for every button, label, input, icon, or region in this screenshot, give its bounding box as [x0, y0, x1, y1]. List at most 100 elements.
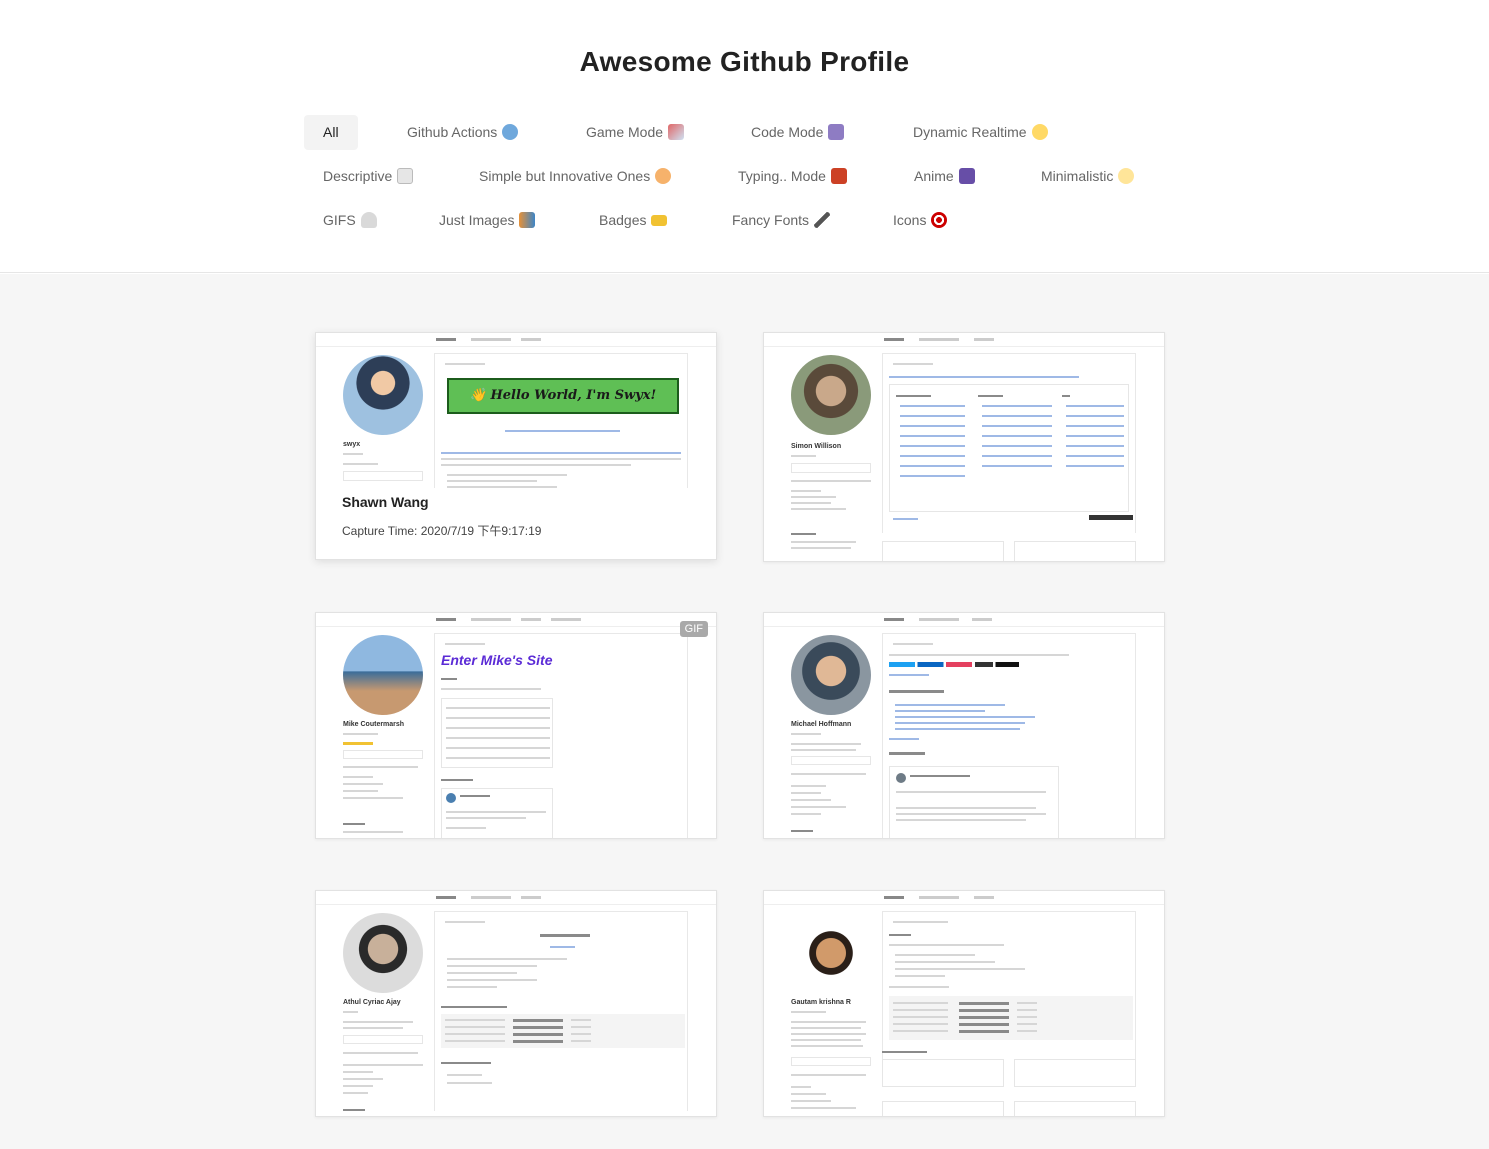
mini-text-line	[893, 1016, 948, 1018]
mini-follow-button	[791, 463, 871, 473]
filter-code-mode[interactable]: Code Mode	[732, 115, 863, 150]
mini-text-line	[343, 1085, 373, 1087]
mini-text-line	[1017, 1009, 1037, 1011]
mini-text-line	[791, 1011, 826, 1013]
slot-machine-icon	[830, 168, 847, 184]
filter-label: Descriptive	[323, 168, 393, 184]
mini-text-line	[893, 363, 933, 365]
filter-label: Icons	[893, 212, 927, 228]
mini-text-line	[896, 395, 931, 397]
filter-label: Minimalistic	[1041, 168, 1114, 184]
filter-all[interactable]: All	[304, 115, 358, 150]
filter-anime[interactable]: Anime	[895, 159, 994, 194]
mini-text-line	[343, 831, 403, 833]
mini-releases-table	[889, 384, 1129, 512]
mini-readme	[882, 633, 1136, 838]
mini-tab	[884, 618, 904, 621]
mini-text-line	[791, 547, 851, 549]
filter-icons[interactable]: Icons	[874, 203, 966, 238]
mini-text-line	[982, 425, 1052, 427]
mini-text-line	[343, 463, 378, 465]
mini-text-line	[900, 405, 965, 407]
mini-tabs	[764, 613, 1164, 627]
mini-text-line	[441, 678, 457, 680]
mini-text-line	[445, 1033, 505, 1035]
mini-text-line	[446, 717, 550, 719]
mini-username: Athul Cyriac Ajay	[343, 999, 401, 1006]
mini-tabs	[316, 333, 716, 347]
mini-text-line	[1017, 1023, 1037, 1025]
profile-card-mike-coutermarsh[interactable]: Mike Coutermarsh Enter Mike's Site GIF	[315, 612, 717, 839]
filter-fancy-fonts[interactable]: Fancy Fonts	[713, 203, 849, 238]
filter-label: Anime	[914, 168, 954, 184]
mini-text-line	[791, 1107, 856, 1109]
mini-text-line	[447, 972, 517, 974]
filter-gifs[interactable]: GIFS	[304, 203, 396, 238]
mini-text-line	[791, 1100, 831, 1102]
avatar	[343, 635, 423, 715]
filter-simple-innovative[interactable]: Simple but Innovative Ones	[460, 159, 690, 194]
mini-text-line	[900, 415, 965, 417]
mini-tab	[521, 618, 541, 621]
mini-text-line	[791, 799, 831, 801]
mini-text-line	[445, 1040, 505, 1042]
sparkles-icon	[1118, 168, 1135, 184]
mini-text-line	[889, 690, 944, 693]
mini-username: Simon Willison	[791, 443, 842, 450]
mini-tab	[471, 618, 511, 621]
mini-text-line	[446, 727, 550, 729]
profile-card-gautam-krishna[interactable]: Gautam krishna R	[763, 890, 1165, 1117]
mini-text-line	[893, 921, 948, 923]
filter-dynamic-realtime[interactable]: Dynamic Realtime	[894, 115, 1067, 150]
mini-text-line	[343, 797, 403, 799]
profile-card-michael-hoffmann[interactable]: Michael Hoffmann	[763, 612, 1165, 839]
mini-readme: Enter Mike's Site	[434, 633, 688, 838]
mini-text-line	[446, 827, 486, 829]
mini-text-line	[791, 792, 821, 794]
page-header: Awesome Github Profile All Github Action…	[0, 0, 1489, 273]
mini-tab	[436, 338, 456, 341]
avatar	[791, 913, 871, 993]
ghost-icon	[360, 212, 377, 228]
page-title: Awesome Github Profile	[579, 46, 910, 77]
profile-card-simon-willison[interactable]: Simon Willison	[763, 332, 1165, 562]
filter-label: Game Mode	[586, 124, 664, 140]
filter-label: Badges	[599, 212, 647, 228]
mini-text-line	[447, 474, 567, 476]
mini-code-block	[889, 996, 1133, 1040]
mini-text-line	[895, 716, 1035, 718]
mini-text-line	[791, 813, 821, 815]
filter-label: Github Actions	[407, 124, 498, 140]
mini-text-line	[447, 986, 497, 988]
filter-just-images[interactable]: Just Images	[420, 203, 554, 238]
profile-screenshot: Simon Willison	[764, 333, 1164, 561]
mini-text-line	[900, 445, 965, 447]
mini-pinned-repo	[1014, 541, 1136, 561]
hugging-face-icon	[655, 168, 672, 184]
profile-screenshot: Mike Coutermarsh Enter Mike's Site	[316, 613, 716, 838]
filter-badges[interactable]: Badges	[580, 203, 686, 238]
mini-text-line	[791, 743, 861, 745]
filter-label: All	[323, 124, 339, 140]
mini-text-line	[571, 1026, 591, 1028]
mini-text-line	[446, 811, 546, 813]
mini-text-line	[343, 1109, 365, 1111]
mini-text-line	[343, 1052, 418, 1054]
mini-text-line	[893, 1030, 948, 1032]
mini-text-line	[791, 1039, 861, 1041]
filter-game-mode[interactable]: Game Mode	[567, 115, 703, 150]
filter-github-actions[interactable]: Github Actions	[388, 115, 537, 150]
mini-progress-bar	[513, 1026, 563, 1029]
filter-typing-mode[interactable]: Typing.. Mode	[719, 159, 866, 194]
mini-text-line	[791, 1045, 863, 1047]
mini-text-line	[343, 1071, 373, 1073]
mini-text-line	[791, 455, 816, 457]
mini-sleep-table	[441, 698, 553, 768]
filter-descriptive[interactable]: Descriptive	[304, 159, 432, 194]
profile-card-swyx[interactable]: swyx 👋 Hello World, I'm Swyx! Shawn Wang…	[315, 332, 717, 560]
mini-text-line	[895, 704, 1005, 706]
profile-card-athul-cyriac-ajay[interactable]: Athul Cyriac Ajay	[315, 890, 717, 1117]
mini-text-line	[550, 946, 575, 948]
filter-minimalistic[interactable]: Minimalistic	[1022, 159, 1153, 194]
mini-username: Michael Hoffmann	[791, 721, 852, 728]
